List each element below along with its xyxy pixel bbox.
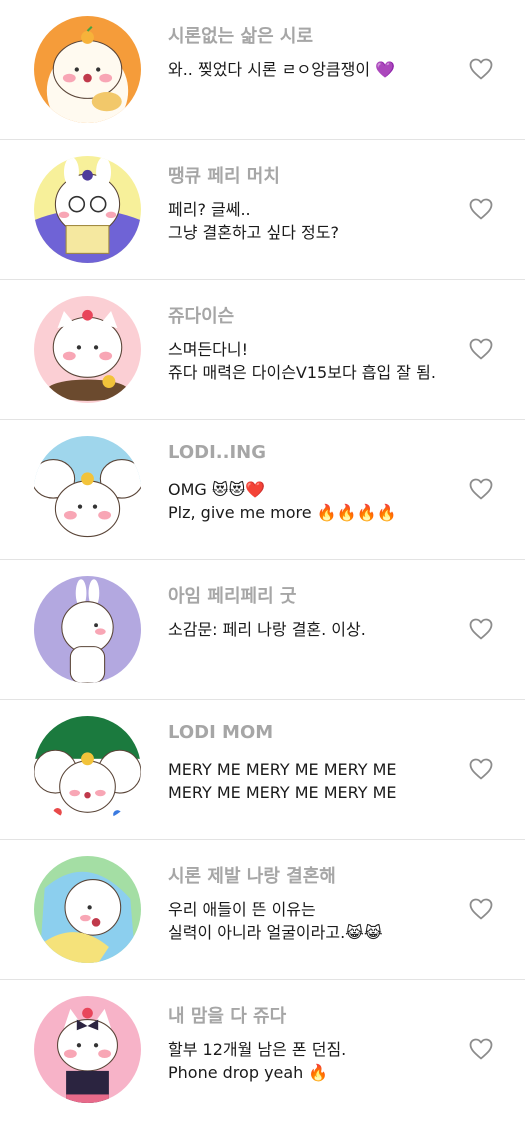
heart-outline-icon[interactable]	[469, 338, 493, 360]
avatar[interactable]	[34, 996, 141, 1103]
character-illustration	[34, 996, 141, 1103]
comment-line: 쥬다 매력은 다이슨V15보다 흡입 잘 됨.	[168, 363, 436, 382]
comment-text: 우리 애들이 뜬 이유는 실력이 아니라 얼굴이라고.😹😹	[168, 898, 458, 944]
comment-item: 쥬다이슨 스며든다니! 쥬다 매력은 다이슨V15보다 흡입 잘 됨.	[0, 280, 525, 420]
comment-line: MERY ME MERY ME MERY ME	[168, 760, 397, 779]
character-illustration	[34, 156, 141, 263]
comment-text: 할부 12개월 남은 폰 던짐. Phone drop yeah 🔥	[168, 1038, 458, 1084]
comment-line: 우리 애들이 뜬 이유는	[168, 900, 316, 919]
comment-item: 땡큐 페리 머치 페리? 글쎄.. 그냥 결혼하고 싶다 정도?	[0, 140, 525, 280]
comment-item: 아임 페리페리 굿 소감문: 페리 나랑 결혼. 이상.	[0, 560, 525, 700]
comment-text: 와.. 찢었다 시론 ㄹㅇ앙큼쟁이 💜	[168, 58, 458, 81]
character-illustration	[34, 576, 141, 683]
comment-text: 스며든다니! 쥬다 매력은 다이슨V15보다 흡입 잘 됨.	[168, 338, 458, 384]
comment-item: LODI MOM MERY ME MERY ME MERY ME MERY ME…	[0, 700, 525, 840]
comment-line: OMG 😻😻❤️	[168, 480, 266, 499]
heart-outline-icon[interactable]	[469, 198, 493, 220]
heart-outline-icon[interactable]	[469, 618, 493, 640]
comment-text: 소감문: 페리 나랑 결혼. 이상.	[168, 618, 458, 641]
comment-text: MERY ME MERY ME MERY ME MERY ME MERY ME …	[168, 758, 458, 804]
character-illustration	[34, 296, 141, 403]
username: LODI MOM	[168, 722, 274, 743]
character-illustration	[34, 856, 141, 963]
comment-text: OMG 😻😻❤️ Plz, give me more 🔥🔥🔥🔥	[168, 478, 458, 524]
comment-item: 시론 제발 나랑 결혼해 우리 애들이 뜬 이유는 실력이 아니라 얼굴이라고.…	[0, 840, 525, 980]
avatar[interactable]	[34, 16, 141, 123]
avatar[interactable]	[34, 436, 141, 543]
comment-text: 페리? 글쎄.. 그냥 결혼하고 싶다 정도?	[168, 198, 458, 244]
comment-line: 그냥 결혼하고 싶다 정도?	[168, 223, 339, 242]
username: 아임 페리페리 굿	[168, 586, 297, 607]
username: 쥬다이슨	[168, 306, 235, 327]
username: 땡큐 페리 머치	[168, 166, 280, 187]
character-illustration	[34, 716, 141, 823]
comment-line: 스며든다니!	[168, 340, 249, 359]
username: 시론 제발 나랑 결혼해	[168, 866, 336, 887]
comment-line: 실력이 아니라 얼굴이라고.😹😹	[168, 923, 383, 942]
comment-line: MERY ME MERY ME MERY ME	[168, 783, 397, 802]
avatar[interactable]	[34, 856, 141, 963]
username: 내 맘을 다 쥬다	[168, 1006, 287, 1027]
comment-line: Phone drop yeah 🔥	[168, 1063, 329, 1082]
avatar[interactable]	[34, 716, 141, 823]
comment-list: 시론없는 삶은 시로 와.. 찢었다 시론 ㄹㅇ앙큼쟁이 💜 땡큐 페리 머치 …	[0, 0, 525, 1119]
comment-line: Plz, give me more 🔥🔥🔥🔥	[168, 503, 397, 522]
avatar[interactable]	[34, 296, 141, 403]
heart-outline-icon[interactable]	[469, 58, 493, 80]
heart-outline-icon[interactable]	[469, 478, 493, 500]
heart-outline-icon[interactable]	[469, 1038, 493, 1060]
comment-line: 할부 12개월 남은 폰 던짐.	[168, 1040, 347, 1059]
comment-item: LODI..ING OMG 😻😻❤️ Plz, give me more 🔥🔥🔥…	[0, 420, 525, 560]
heart-outline-icon[interactable]	[469, 758, 493, 780]
username: LODI..ING	[168, 442, 266, 463]
comment-line: 와.. 찢었다 시론 ㄹㅇ앙큼쟁이 💜	[168, 60, 396, 79]
character-illustration	[34, 436, 141, 543]
avatar[interactable]	[34, 156, 141, 263]
username: 시론없는 삶은 시로	[168, 26, 314, 47]
comment-line: 페리? 글쎄..	[168, 200, 251, 219]
comment-line: 소감문: 페리 나랑 결혼. 이상.	[168, 620, 366, 639]
comment-item: 내 맘을 다 쥬다 할부 12개월 남은 폰 던짐. Phone drop ye…	[0, 980, 525, 1119]
avatar[interactable]	[34, 576, 141, 683]
comment-item: 시론없는 삶은 시로 와.. 찢었다 시론 ㄹㅇ앙큼쟁이 💜	[0, 0, 525, 140]
character-illustration	[34, 16, 141, 123]
heart-outline-icon[interactable]	[469, 898, 493, 920]
